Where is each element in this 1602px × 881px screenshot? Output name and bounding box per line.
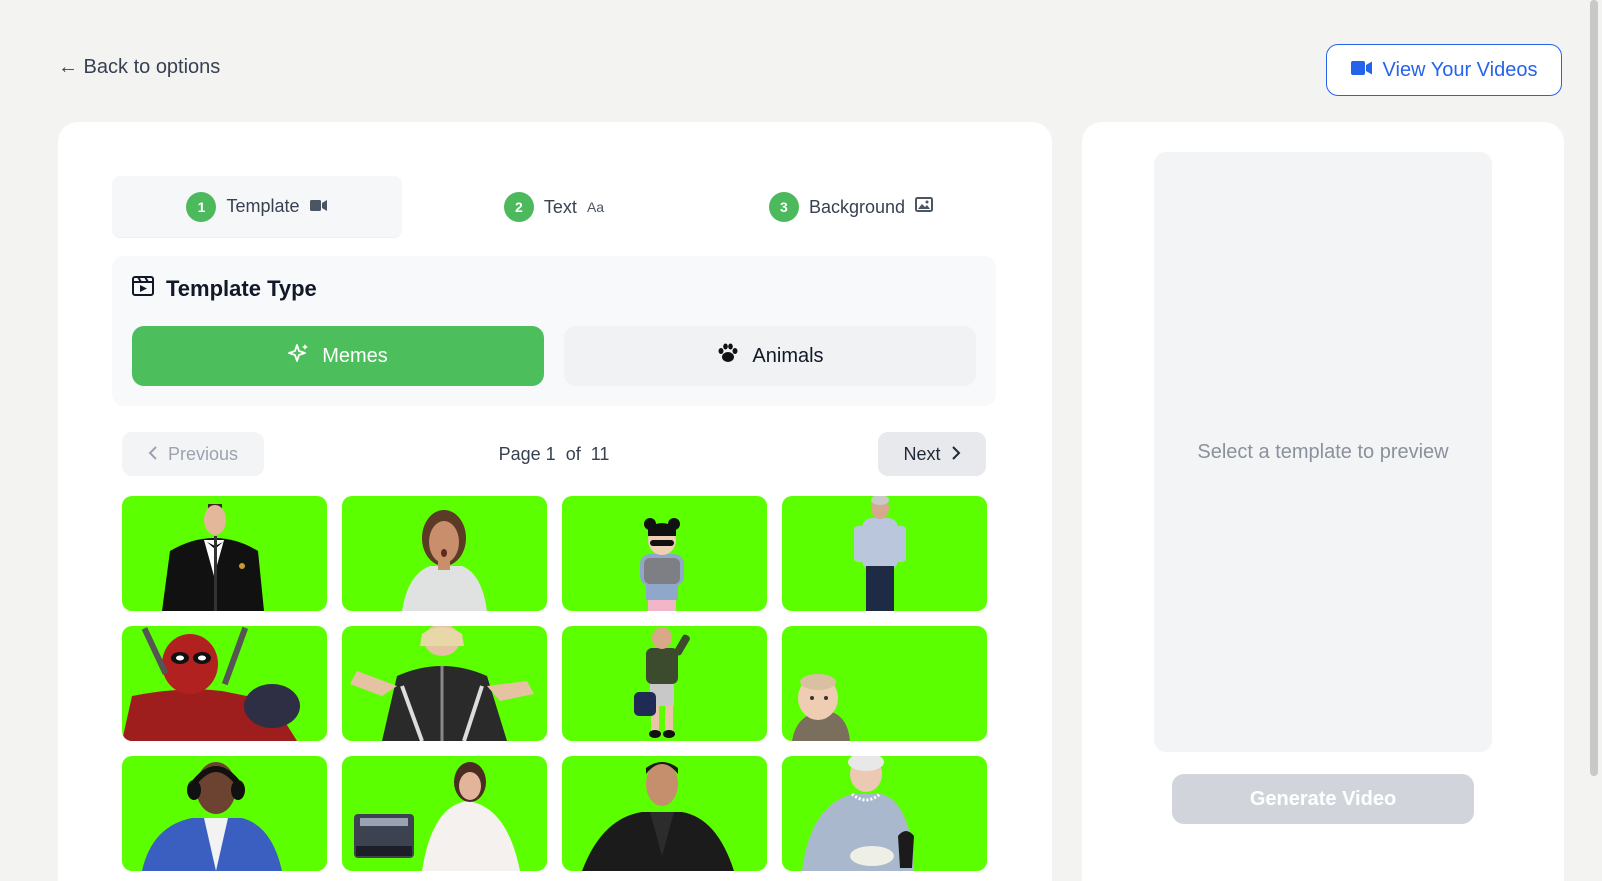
template-editor-card: 1 Template 2 Text Aa 3 Background Templa… — [58, 122, 1052, 881]
view-videos-label: View Your Videos — [1382, 58, 1538, 81]
preview-card: Select a template to preview Generate Vi… — [1082, 122, 1564, 881]
template-thumbnail[interactable] — [782, 496, 987, 611]
template-type-panel: Template Type Memes Animals — [112, 256, 996, 406]
page-label: Page — [498, 444, 541, 464]
video-camera-icon — [309, 196, 328, 217]
generate-video-button[interactable]: Generate Video — [1172, 774, 1474, 824]
current-page: 1 — [545, 444, 556, 464]
next-label: Next — [903, 443, 941, 464]
template-type-heading: Template Type — [132, 276, 317, 302]
template-thumbnail[interactable] — [122, 756, 327, 871]
step-number: 1 — [186, 191, 217, 222]
template-grid — [122, 496, 987, 871]
of-label: of — [565, 444, 581, 464]
tab-template[interactable]: 1 Template — [112, 176, 402, 238]
step-label: Text — [543, 196, 577, 217]
template-thumbnail[interactable] — [562, 626, 767, 741]
template-thumbnail[interactable] — [782, 756, 987, 871]
step-label: Background — [808, 196, 906, 217]
next-button[interactable]: Next — [878, 432, 986, 476]
paw-icon — [716, 342, 740, 370]
template-thumbnail[interactable] — [342, 626, 547, 741]
memes-button[interactable]: Memes — [132, 326, 544, 386]
template-thumbnail[interactable] — [342, 496, 547, 611]
template-thumbnail[interactable] — [122, 496, 327, 611]
step-label: Template — [226, 196, 300, 216]
step-tabs: 1 Template 2 Text Aa 3 Background — [112, 176, 996, 238]
total-pages: 11 — [590, 444, 610, 464]
animals-button[interactable]: Animals — [564, 326, 976, 386]
tab-background[interactable]: 3 Background — [706, 176, 996, 238]
template-thumbnail[interactable] — [342, 756, 547, 871]
image-icon — [915, 196, 934, 218]
sparkle-icon — [288, 342, 310, 370]
pagination: Previous Page 1 of 11 Next — [122, 432, 986, 478]
step-number: 3 — [768, 192, 799, 222]
tab-text[interactable]: 2 Text Aa — [402, 176, 706, 238]
template-thumbnail[interactable] — [562, 496, 767, 611]
template-thumbnail[interactable] — [782, 626, 987, 741]
back-label: ← Back to options — [58, 56, 221, 78]
preview-placeholder: Select a template to preview — [1197, 440, 1449, 463]
template-thumbnail[interactable] — [562, 756, 767, 871]
animals-label: Animals — [752, 344, 824, 367]
font-aa-icon: Aa — [586, 199, 605, 215]
template-thumbnail[interactable] — [122, 626, 327, 741]
view-your-videos-button[interactable]: View Your Videos — [1326, 44, 1562, 96]
template-type-title: Template Type — [166, 276, 317, 301]
page-indicator: Page 1 of 11 — [122, 444, 986, 465]
video-camera-icon — [1350, 59, 1373, 82]
chevron-right-icon — [951, 444, 961, 465]
clapperboard-icon — [132, 276, 154, 302]
generate-label: Generate Video — [1249, 787, 1397, 810]
back-to-options-link[interactable]: ← Back to options — [58, 56, 220, 79]
template-preview: Select a template to preview — [1154, 152, 1492, 752]
memes-label: Memes — [322, 344, 388, 367]
page-scrollbar[interactable] — [1590, 0, 1598, 776]
step-number: 2 — [503, 192, 534, 222]
